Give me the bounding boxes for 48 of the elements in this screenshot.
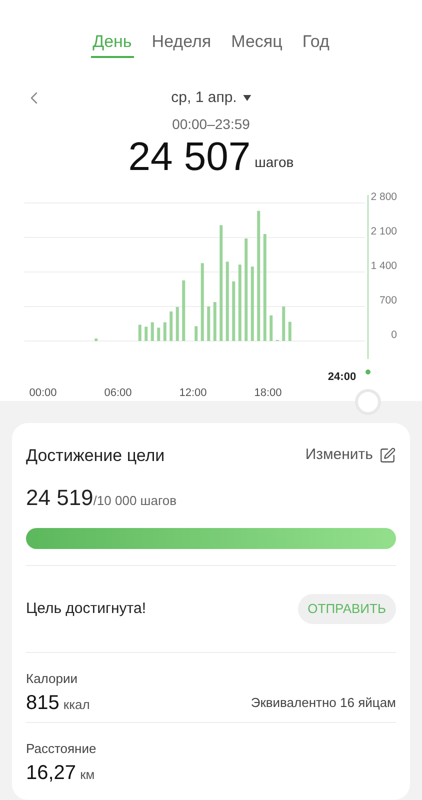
step-bar xyxy=(207,306,210,341)
edit-goal-button[interactable]: Изменить xyxy=(305,444,396,466)
goal-steps: 24 519 xyxy=(26,484,94,512)
stat-value: 16,27 xyxy=(26,760,76,786)
step-bar xyxy=(232,281,236,341)
step-bar xyxy=(213,302,216,341)
cursor-dot xyxy=(366,370,370,374)
step-bar xyxy=(144,326,148,341)
stat-note: Эквивалентно 16 яйцам xyxy=(250,694,396,712)
stat-label: Расстояние xyxy=(26,740,98,758)
step-bar xyxy=(138,324,142,341)
x-tick-label: 12:00 xyxy=(179,387,207,399)
stat-value: 815 xyxy=(26,690,60,716)
x-tick-label: 00:00 xyxy=(29,387,57,399)
edit-icon xyxy=(379,446,396,464)
step-bar xyxy=(282,306,286,341)
stat-label: Калории xyxy=(26,670,79,688)
stat-unit: ккал xyxy=(63,696,90,714)
stat-unit: км xyxy=(80,766,95,784)
goal-status: Цель достигнута! xyxy=(26,598,146,619)
card-title: Достижение цели xyxy=(26,444,165,466)
cursor-time-label: 24:00 xyxy=(328,371,356,383)
step-bar xyxy=(170,311,173,341)
y-tick-label: 2 100 xyxy=(370,226,397,238)
period-tab[interactable]: Год xyxy=(300,28,332,58)
x-tick-label: 18:00 xyxy=(254,387,282,399)
step-bar xyxy=(194,326,198,341)
time-range: 00:00–23:59 xyxy=(172,115,250,134)
y-tick-label: 2 800 xyxy=(370,191,397,203)
step-bar xyxy=(182,280,186,341)
y-tick-label: 1 400 xyxy=(370,260,397,272)
period-tab[interactable]: Месяц xyxy=(229,28,284,58)
y-tick-label: 700 xyxy=(379,294,397,306)
step-bar xyxy=(150,322,154,341)
total-steps-unit: шагов xyxy=(254,153,294,172)
step-bar xyxy=(270,315,273,341)
step-bar xyxy=(94,338,98,341)
x-tick-label: 06:00 xyxy=(104,387,132,399)
step-bar xyxy=(163,322,166,341)
step-bar xyxy=(157,328,160,341)
dropdown-triangle-icon xyxy=(242,95,251,101)
date-dropdown[interactable]: ср, 1 апр. xyxy=(171,86,251,110)
step-bar xyxy=(288,322,292,341)
goal-target: /10 000 шагов xyxy=(93,492,177,510)
y-tick-label: 0 xyxy=(391,329,397,341)
total-steps: 24 507 xyxy=(128,133,251,181)
step-bar xyxy=(176,307,179,341)
period-tab[interactable]: Неделя xyxy=(150,28,214,58)
